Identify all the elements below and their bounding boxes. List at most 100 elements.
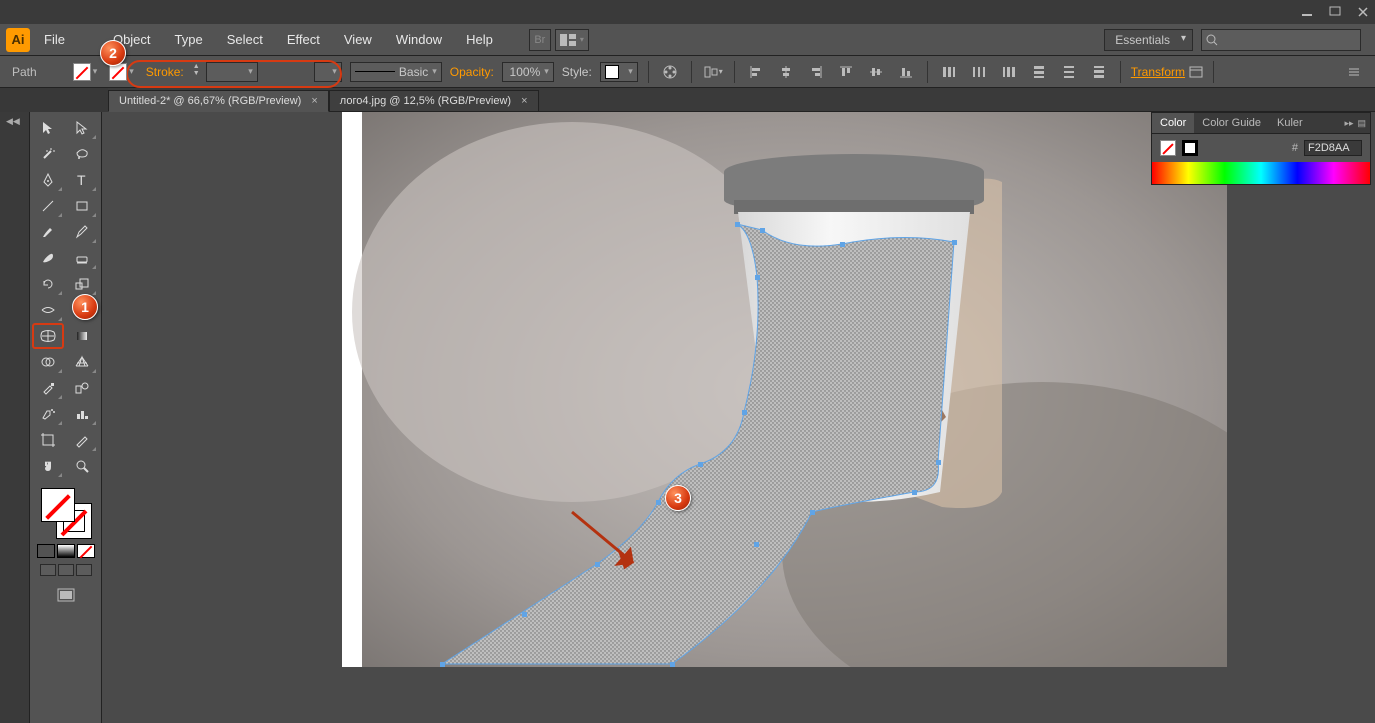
menu-help[interactable]: Help [456, 28, 503, 51]
search-box[interactable] [1201, 29, 1361, 51]
distribute-right-icon[interactable] [998, 61, 1020, 83]
document-tab-label: лого4.jpg @ 12,5% (RGB/Preview) [340, 95, 511, 107]
pen-tool-icon[interactable] [33, 168, 63, 192]
close-button[interactable] [1351, 0, 1375, 24]
variable-width-profile[interactable]: ▾ [314, 62, 342, 82]
canvas-area[interactable]: Молочное кофе Coffee shop [102, 112, 1375, 723]
align-right-icon[interactable] [805, 61, 827, 83]
right-panel-dock: Color Color Guide Kuler ▸▸ ▤ # [1151, 112, 1371, 185]
width-tool-icon[interactable] [33, 298, 63, 322]
fill-swatch[interactable]: ▾ [73, 63, 98, 81]
direct-selection-tool-icon[interactable] [67, 116, 97, 140]
tools-panel: T [30, 112, 102, 723]
screen-mode-icon[interactable] [51, 584, 81, 606]
search-input[interactable] [1222, 33, 1356, 47]
menu-effect[interactable]: Effect [277, 28, 330, 51]
menu-file[interactable]: File [34, 28, 75, 51]
brush-definition[interactable]: Basic ▾ [350, 62, 442, 82]
expand-panels-icon[interactable]: ◀◀ [0, 112, 29, 127]
bridge-icon[interactable]: Br [529, 29, 551, 51]
paintbrush-tool-icon[interactable] [33, 220, 63, 244]
tab-close-icon[interactable]: × [311, 95, 317, 107]
graphic-style[interactable]: ▾ [600, 62, 638, 82]
workspace-switcher[interactable]: Essentials [1104, 29, 1193, 51]
kuler-tab[interactable]: Kuler [1269, 113, 1311, 133]
document-tab-bar: Untitled-2* @ 66,67% (RGB/Preview) × лог… [108, 88, 1375, 112]
rectangle-tool-icon[interactable] [67, 194, 97, 218]
menu-object[interactable]: Object [103, 28, 161, 51]
color-mode-row[interactable] [37, 544, 95, 558]
perspective-grid-tool-icon[interactable] [67, 350, 97, 374]
tab-close-icon[interactable]: × [521, 95, 527, 107]
menu-type[interactable]: Type [165, 28, 213, 51]
align-panel-icon[interactable]: ▾ [702, 61, 724, 83]
arrange-documents-icon[interactable]: ▾ [555, 29, 589, 51]
color-panel: Color Color Guide Kuler ▸▸ ▤ # [1151, 112, 1371, 185]
align-top-icon[interactable] [835, 61, 857, 83]
minimize-button[interactable] [1295, 0, 1319, 24]
artboard-tool-icon[interactable] [33, 428, 63, 452]
color-tab[interactable]: Color [1152, 113, 1194, 133]
document-tab-active[interactable]: Untitled-2* @ 66,67% (RGB/Preview) × [108, 90, 329, 112]
app-logo: Ai [6, 28, 30, 52]
panel-fill-swatch[interactable] [1160, 140, 1176, 156]
maximize-button[interactable] [1323, 0, 1347, 24]
menu-window[interactable]: Window [386, 28, 452, 51]
lasso-tool-icon[interactable] [67, 142, 97, 166]
eraser-tool-icon[interactable] [67, 246, 97, 270]
distribute-vcenter-icon[interactable] [1058, 61, 1080, 83]
distribute-top-icon[interactable] [1028, 61, 1050, 83]
type-tool-icon[interactable]: T [67, 168, 97, 192]
align-bottom-icon[interactable] [895, 61, 917, 83]
menu-view[interactable]: View [334, 28, 382, 51]
selection-tool-icon[interactable] [33, 116, 63, 140]
symbol-sprayer-tool-icon[interactable] [33, 402, 63, 426]
line-tool-icon[interactable] [33, 194, 63, 218]
transform-link[interactable]: Transform [1131, 65, 1203, 79]
zoom-tool-icon[interactable] [67, 454, 97, 478]
stroke-label[interactable]: Stroke: [146, 65, 184, 79]
align-hcenter-icon[interactable] [775, 61, 797, 83]
align-left-icon[interactable] [745, 61, 767, 83]
column-graph-tool-icon[interactable] [67, 402, 97, 426]
stroke-weight-input[interactable]: ▾ [206, 62, 258, 82]
shape-builder-tool-icon[interactable] [33, 350, 63, 374]
slice-tool-icon[interactable] [67, 428, 97, 452]
control-bar: Path ▾ ▾ Stroke: ▲▼ ▾ ▾ Basic ▾ Opacity:… [0, 56, 1375, 88]
distribute-bottom-icon[interactable] [1088, 61, 1110, 83]
panel-stroke-swatch[interactable] [1182, 140, 1198, 156]
gradient-tool-icon[interactable] [67, 324, 97, 348]
eyedropper-tool-icon[interactable] [33, 376, 63, 400]
menu-bar: Ai File Object Type Select Effect View W… [0, 24, 1375, 56]
menu-edit[interactable] [79, 36, 99, 44]
opacity-input[interactable]: 100%▾ [502, 62, 554, 82]
free-transform-tool-icon[interactable] [67, 298, 97, 322]
blob-brush-tool-icon[interactable] [33, 246, 63, 270]
collapse-panel-icon[interactable]: ▸▸ [1344, 118, 1353, 129]
menu-select[interactable]: Select [217, 28, 273, 51]
scale-tool-icon[interactable] [67, 272, 97, 296]
transform-panel-icon [1189, 66, 1203, 78]
pencil-tool-icon[interactable] [67, 220, 97, 244]
distribute-left-icon[interactable] [938, 61, 960, 83]
hex-input[interactable] [1304, 140, 1362, 156]
color-spectrum[interactable] [1152, 162, 1370, 184]
color-guide-tab[interactable]: Color Guide [1194, 113, 1269, 133]
blend-tool-icon[interactable] [67, 376, 97, 400]
mesh-tool-icon[interactable] [33, 324, 63, 348]
align-vcenter-icon[interactable] [865, 61, 887, 83]
rotate-tool-icon[interactable] [33, 272, 63, 296]
hand-tool-icon[interactable] [33, 454, 63, 478]
distribute-hcenter-icon[interactable] [968, 61, 990, 83]
draw-mode-row[interactable] [40, 564, 92, 576]
stroke-swatch[interactable]: ▾ [109, 63, 134, 81]
fill-stroke-indicator[interactable] [41, 488, 91, 538]
control-bar-menu-icon[interactable] [1343, 61, 1365, 83]
panel-menu-icon[interactable]: ▤ [1357, 118, 1366, 129]
magic-wand-tool-icon[interactable] [33, 142, 63, 166]
selection-type-label: Path [12, 65, 37, 79]
opacity-label[interactable]: Opacity: [450, 65, 494, 79]
document-tab-inactive[interactable]: лого4.jpg @ 12,5% (RGB/Preview) × [329, 90, 539, 112]
panel-collapse-strip[interactable]: ◀◀ [0, 112, 30, 723]
recolor-artwork-icon[interactable] [659, 61, 681, 83]
